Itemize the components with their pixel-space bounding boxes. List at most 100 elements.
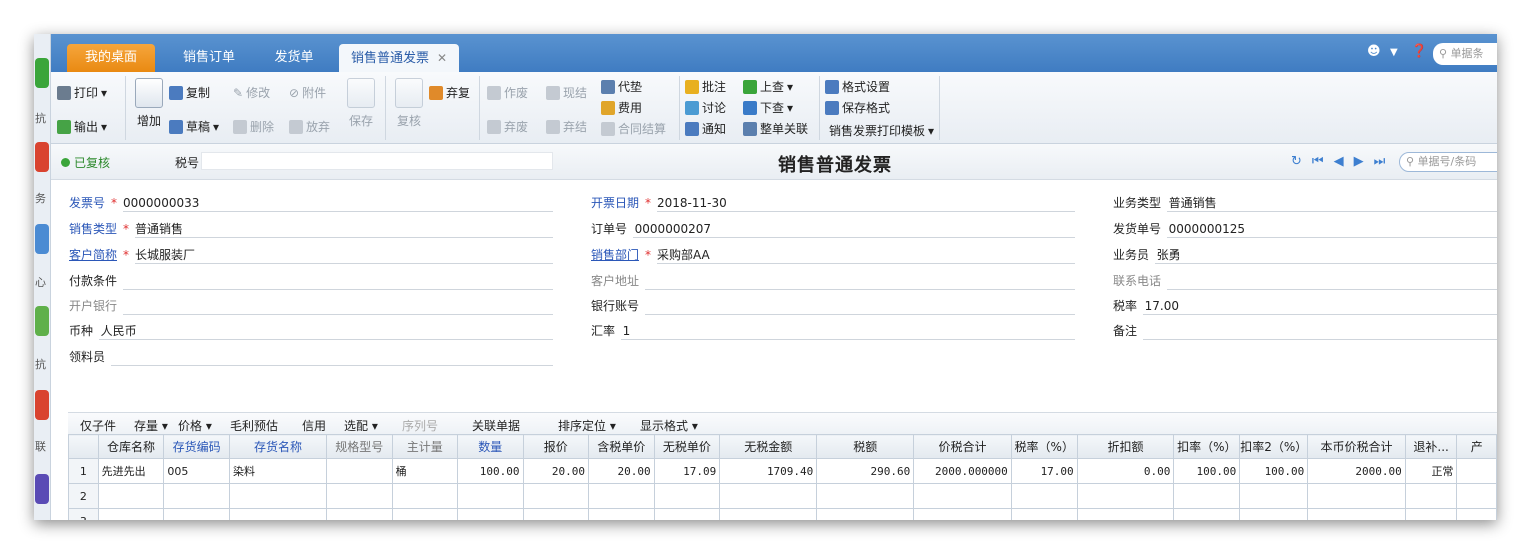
table-cell[interactable] [1076,508,1175,520]
app-shortcut-green[interactable] [35,58,49,88]
grid-tool-stock[interactable]: 存量 ▾ [134,417,168,434]
review-button[interactable]: 复核 [391,78,427,129]
chevron-down-icon[interactable]: ▼ [1390,47,1398,58]
remark-field[interactable]: 备注 [1113,322,1137,339]
bank-field[interactable]: 开户银行 [69,297,117,314]
smiley-icon[interactable]: ☻ [1367,44,1381,59]
next-query-button[interactable]: 下查 ▾ [743,99,793,116]
table-row[interactable]: 2 [68,483,1497,509]
grid-tool-margin[interactable]: 毛利预估 [230,417,278,434]
table-cell[interactable] [1307,483,1406,509]
column-header[interactable]: 规格型号 [325,434,393,459]
abandon-settle-button[interactable]: 弃结 [546,118,587,135]
table-cell[interactable] [1239,508,1309,520]
table-cell[interactable] [163,508,230,520]
table-cell[interactable] [325,483,393,509]
table-cell[interactable]: 染料 [228,458,327,484]
table-cell[interactable]: 0.00 [1076,458,1175,484]
table-cell[interactable] [1456,458,1497,484]
sales-dept-field[interactable]: 销售部门 * 采购部AA [591,246,710,263]
tab-sales-invoice[interactable]: 销售普通发票 ✕ [339,44,459,72]
grid-tool-display[interactable]: 显示格式 ▾ [640,417,698,434]
column-header[interactable]: 无税金额 [719,434,818,459]
notify-button[interactable]: 通知 [685,120,726,137]
table-cell[interactable]: 2000.000000 [913,458,1012,484]
table-cell[interactable] [1173,483,1241,509]
export-button[interactable]: 输出 ▾ [57,118,107,135]
payment-terms-field[interactable]: 付款条件 [69,272,117,289]
expense-button[interactable]: 费用 [601,99,642,116]
customer-field[interactable]: 客户简称 * 长城服装厂 [69,246,195,263]
grid-tool-option[interactable]: 选配 ▾ [344,417,378,434]
column-header[interactable]: 价税合计 [913,434,1012,459]
table-cell[interactable] [456,483,524,509]
table-cell[interactable] [391,483,458,509]
column-header[interactable]: 扣率2（%） [1239,434,1309,459]
table-cell[interactable] [325,508,393,520]
column-header[interactable]: 税率（%） [1010,434,1078,459]
table-cell[interactable] [1239,483,1309,509]
customer-label[interactable]: 客户简称 [69,248,117,262]
column-header[interactable]: 存货名称 [228,434,327,459]
format-setting-button[interactable]: 格式设置 [825,78,890,95]
column-header[interactable]: 主计量 [391,434,458,459]
currency-field[interactable]: 币种 人民币 [69,322,137,339]
next-record-icon[interactable]: ▶ [1354,154,1364,169]
table-cell[interactable] [1456,483,1497,509]
close-icon[interactable]: ✕ [437,51,447,65]
grid-tool-sort[interactable]: 排序定位 ▾ [558,417,616,434]
column-header[interactable]: 含税单价 [587,434,655,459]
table-cell[interactable]: 2000.00 [1307,458,1406,484]
attach-button[interactable]: ⊘ 附件 [289,84,326,101]
help-icon[interactable]: ❓ [1411,44,1427,59]
order-no-field[interactable]: 订单号 0000000207 [591,220,711,237]
table-cell[interactable] [913,508,1012,520]
void-button[interactable]: 作废 [487,84,528,101]
table-row[interactable]: 3 [68,508,1497,520]
draft-button[interactable]: 草稿 ▾ [169,118,219,135]
table-cell[interactable]: 17.00 [1010,458,1078,484]
prev-query-button[interactable]: 上查 ▾ [743,78,793,95]
last-record-icon[interactable]: ⏭ [1374,154,1386,169]
print-template-select[interactable]: 销售发票打印模板 ▾ [829,122,934,139]
table-cell[interactable] [587,508,655,520]
tax-no-field[interactable] [201,152,553,170]
table-cell[interactable] [816,483,915,509]
table-cell[interactable]: 桶 [391,458,458,484]
copy-button[interactable]: 复制 [169,84,210,101]
table-cell[interactable] [1456,508,1497,520]
column-header[interactable]: 本币价税合计 [1307,434,1406,459]
table-cell[interactable]: 20.00 [587,458,655,484]
invoice-no-field[interactable]: 发票号 * 0000000033 [69,194,199,211]
grid-tool-serial[interactable]: 序列号 [402,417,438,434]
table-cell[interactable]: 100.00 [1173,458,1241,484]
grid-tool-credit[interactable]: 信用 [302,417,326,434]
sales-dept-label[interactable]: 销售部门 [591,248,639,262]
tab-sales-order[interactable]: 销售订单 [169,44,249,72]
delete-button[interactable]: 删除 [233,118,274,135]
column-header[interactable]: 扣率（%） [1173,434,1241,459]
table-cell[interactable] [1173,508,1241,520]
column-header[interactable]: 税额 [816,434,915,459]
sales-type-field[interactable]: 销售类型 * 普通销售 [69,220,183,237]
column-header[interactable]: 无税单价 [653,434,721,459]
print-button[interactable]: 打印 ▾ [57,84,107,101]
salesman-field[interactable]: 业务员 张勇 [1113,246,1181,263]
table-cell[interactable]: 20.00 [522,458,589,484]
column-header[interactable]: 报价 [522,434,589,459]
table-cell[interactable] [653,508,721,520]
advance-pay-button[interactable]: 代垫 [601,78,642,95]
table-cell[interactable] [587,483,655,509]
app-shortcut-purple[interactable] [35,474,49,504]
column-header[interactable]: 仓库名称 [97,434,165,459]
prev-record-icon[interactable]: ◀ [1334,154,1344,169]
table-cell[interactable] [719,508,818,520]
table-cell[interactable]: 005 [163,458,230,484]
table-cell[interactable] [653,483,721,509]
table-cell[interactable] [228,483,327,509]
contract-settle-button[interactable]: 合同结算 [601,120,666,137]
annotate-button[interactable]: 批注 [685,78,726,95]
table-cell[interactable]: 100.00 [456,458,524,484]
customer-addr-field[interactable]: 客户地址 [591,272,639,289]
table-cell[interactable] [1307,508,1406,520]
